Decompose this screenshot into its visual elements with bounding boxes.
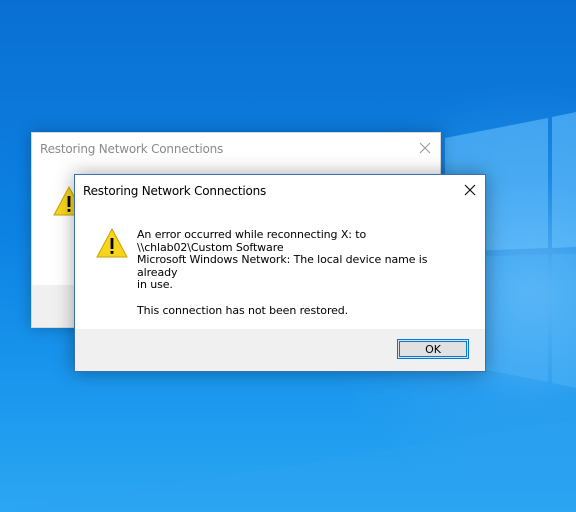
- back-dialog-titlebar[interactable]: Restoring Network Connections: [32, 133, 440, 164]
- dialog-footer: OK: [75, 329, 485, 371]
- error-dialog: Restoring Network Connections An error o…: [74, 174, 486, 372]
- warning-icon: [95, 227, 129, 262]
- message-line: An error occurred while reconnecting X: …: [137, 228, 367, 241]
- dialog-titlebar[interactable]: Restoring Network Connections: [75, 175, 485, 206]
- dialog-title: Restoring Network Connections: [83, 184, 267, 198]
- ok-button[interactable]: OK: [397, 339, 469, 359]
- back-dialog-title: Restoring Network Connections: [40, 142, 224, 156]
- error-message: An error occurred while reconnecting X: …: [137, 228, 467, 318]
- close-icon[interactable]: [455, 175, 485, 205]
- message-line: Microsoft Windows Network: The local dev…: [137, 253, 428, 279]
- back-dialog-close-icon[interactable]: [410, 133, 440, 163]
- message-line: in use.: [137, 278, 173, 292]
- message-status: This connection has not been restored.: [137, 303, 349, 317]
